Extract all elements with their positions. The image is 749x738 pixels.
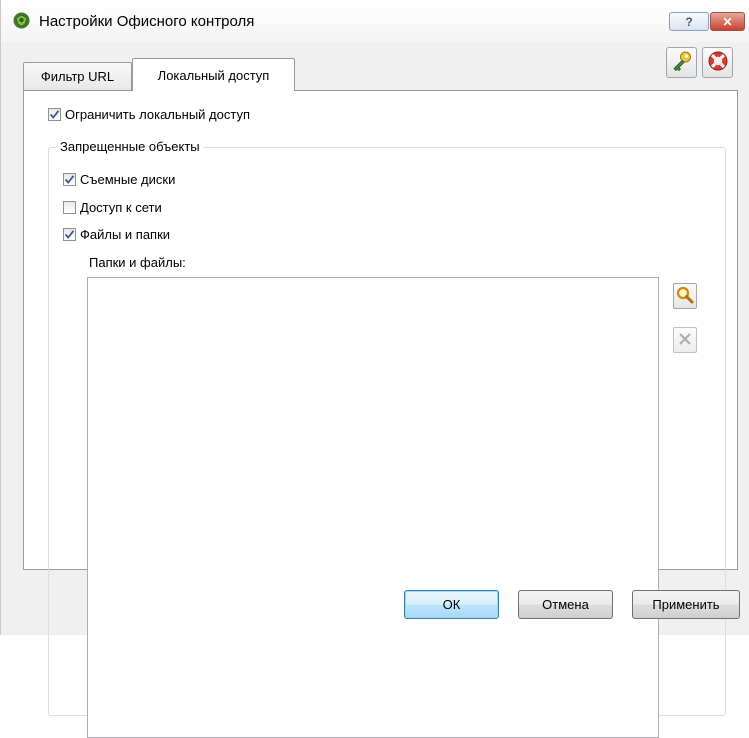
help-button[interactable]: ?: [669, 12, 709, 31]
key-icon: [671, 50, 693, 75]
check-mark-icon: [49, 110, 60, 119]
folders-files-label: Папки и файлы:: [89, 255, 186, 270]
delete-icon: [678, 332, 692, 349]
ok-button[interactable]: ОК: [404, 590, 499, 619]
tab-url-filter[interactable]: Фильтр URL: [23, 62, 132, 90]
cancel-button[interactable]: Отмена: [518, 590, 613, 619]
help-lifebuoy-button[interactable]: [702, 47, 733, 78]
search-icon: [676, 286, 694, 307]
checkbox-label: Ограничить локальный доступ: [65, 107, 251, 122]
lifebuoy-icon: [707, 50, 729, 75]
title-bar: Настройки Офисного контроля ? ✕: [1, 0, 749, 42]
dialog-window: Настройки Офисного контроля ? ✕ Фильтр U…: [0, 0, 749, 738]
app-shield-icon: [13, 12, 30, 29]
apply-button[interactable]: Применить: [632, 590, 740, 619]
restrict-local-access-checkbox[interactable]: Ограничить локальный доступ: [48, 107, 250, 122]
group-content: Папки и файлы:: [47, 146, 726, 738]
tab-local-access[interactable]: Локальный доступ: [132, 58, 295, 91]
remove-button[interactable]: [673, 327, 697, 353]
window-title: Настройки Офисного контроля: [39, 13, 255, 30]
folders-files-listbox[interactable]: [87, 277, 659, 738]
close-button[interactable]: ✕: [710, 12, 745, 31]
browse-button[interactable]: [673, 283, 697, 309]
key-button[interactable]: [666, 47, 697, 78]
checkbox-box: [48, 108, 61, 121]
